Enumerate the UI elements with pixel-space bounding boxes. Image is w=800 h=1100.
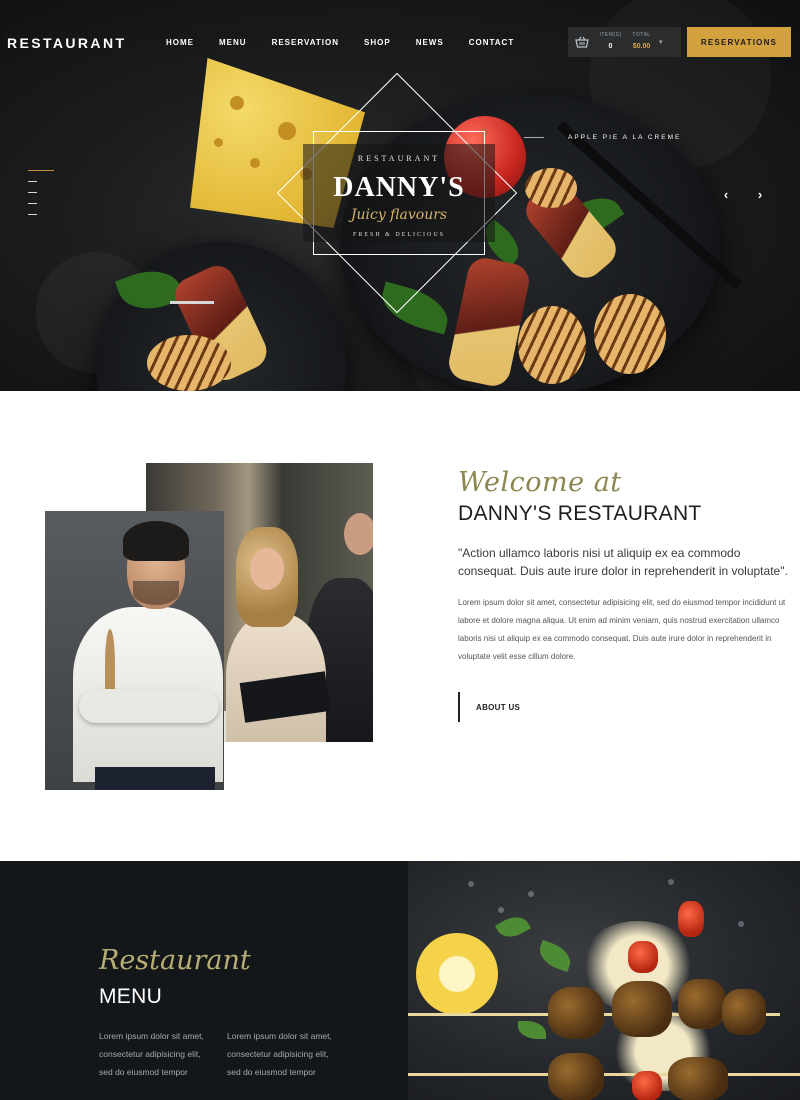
chevron-left-icon[interactable]: ‹: [716, 184, 736, 204]
reservations-button[interactable]: RESERVATIONS: [687, 27, 791, 57]
menu-text-column-1: Lorem ipsum dolor sit amet, consectetur …: [99, 1031, 204, 1077]
slide-indicator[interactable]: [28, 203, 37, 204]
slide-indicator-active[interactable]: [28, 170, 54, 171]
badge-pre-title: RESTAURANT: [357, 154, 441, 163]
nav-news[interactable]: NEWS: [416, 38, 444, 47]
menu-intro-panel: Restaurant MENU Lorem ipsum dolor sit am…: [0, 861, 408, 1100]
slide-caption-text: APPLE PIE A LA CREME: [568, 134, 682, 141]
slide-indicator[interactable]: [28, 181, 37, 182]
nav-shop[interactable]: SHOP: [364, 38, 391, 47]
slider-arrows: ‹ ›: [716, 184, 770, 204]
menu-title: MENU: [99, 985, 163, 1008]
basket-icon[interactable]: [568, 27, 595, 57]
welcome-body: Lorem ipsum dolor sit amet, consectetur …: [458, 598, 786, 661]
main-nav: HOME MENU RESERVATION SHOP NEWS CONTACT: [166, 38, 539, 47]
skewer-food-photo: [408, 861, 800, 1100]
cart-total-value: $0.00: [632, 43, 651, 50]
badge-subtitle: FRESH & DELICIOUS: [352, 232, 445, 238]
welcome-text-block: Welcome at DANNY'S RESTAURANT "Action ul…: [458, 467, 798, 666]
nav-contact[interactable]: CONTACT: [469, 38, 515, 47]
chef-photo: [45, 511, 224, 790]
cart-total-label: TOTAL: [632, 32, 651, 38]
site-logo[interactable]: RESTAURANT: [7, 35, 126, 51]
welcome-quote: "Action ullamco laboris nisi ut aliquip …: [458, 546, 788, 578]
hero-slider: RESTAURANT HOME MENU RESERVATION SHOP NE…: [0, 0, 800, 391]
menu-text-column-2: Lorem ipsum dolor sit amet, consectetur …: [227, 1031, 332, 1077]
menu-section: Restaurant MENU Lorem ipsum dolor sit am…: [0, 861, 800, 1100]
nav-home[interactable]: HOME: [166, 38, 194, 47]
about-us-button[interactable]: ABOUT US: [458, 692, 520, 722]
nav-menu[interactable]: MENU: [219, 38, 247, 47]
chevron-right-icon[interactable]: ›: [750, 184, 770, 204]
badge-name: DANNY'S: [333, 172, 465, 203]
slide-indicator[interactable]: [28, 214, 37, 215]
welcome-section: Welcome at DANNY'S RESTAURANT "Action ul…: [0, 391, 800, 861]
nav-reservation[interactable]: RESERVATION: [272, 38, 339, 47]
welcome-title: DANNY'S RESTAURANT: [458, 502, 702, 525]
slide-indicator[interactable]: [28, 192, 37, 193]
badge-tagline: Juicy flavours: [350, 207, 448, 223]
welcome-script-heading: Welcome at: [458, 467, 622, 498]
cart-items-label: ITEM(S): [599, 32, 622, 38]
cart-items-count: 0: [608, 43, 613, 50]
slide-caption: APPLE PIE A LA CREME: [524, 134, 681, 141]
menu-script-heading: Restaurant: [99, 945, 251, 976]
slide-pagination: [28, 170, 54, 225]
mini-cart[interactable]: ITEM(S) 0 TOTAL $0.00 ▾: [568, 27, 681, 57]
hero-decor-bar: [170, 301, 214, 304]
chevron-down-icon[interactable]: ▾: [659, 27, 663, 57]
